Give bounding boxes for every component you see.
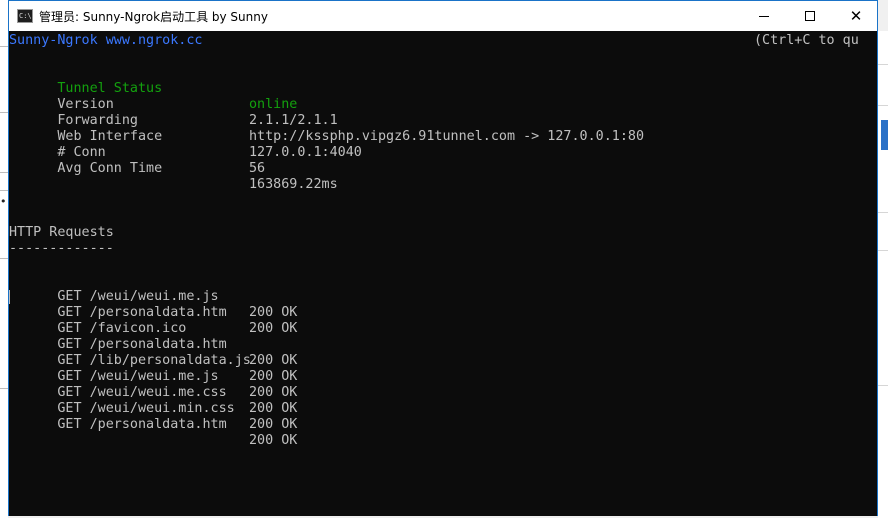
background-window-left [0, 0, 8, 518]
console-app-icon[interactable] [17, 9, 33, 23]
window-title: 管理员: Sunny-Ngrok启动工具 by Sunny [39, 10, 268, 24]
background-divider [878, 385, 888, 386]
background-divider [0, 172, 8, 173]
background-divider [878, 64, 888, 65]
request-row: GET /weui/weui.me.css 200 OK [9, 369, 849, 416]
request-row: GET /personaldata.htm 200 OK [9, 401, 849, 448]
background-divider [878, 250, 888, 251]
request-row: GET /lib/personaldata.js 200 OK [9, 337, 849, 384]
minimize-button[interactable] [741, 1, 787, 31]
background-divider [0, 46, 8, 47]
background-divider [0, 258, 8, 259]
background-divider [878, 212, 888, 213]
title-bar[interactable]: 管理员: Sunny-Ngrok启动工具 by Sunny ✕ [9, 1, 877, 31]
close-button[interactable]: ✕ [833, 1, 879, 31]
status-row-tunnel: Tunnel Status online [9, 65, 849, 112]
request-path: GET /personaldata.htm [57, 417, 227, 432]
console-output[interactable]: Sunny-Ngrok www.ngrok.cc (Ctrl+C to quit… [9, 31, 877, 516]
status-row-avg-conn-time: Avg Conn Time 163869.22ms [9, 145, 849, 192]
background-divider [0, 190, 8, 191]
minimize-icon [759, 15, 769, 17]
background-divider [0, 388, 8, 389]
request-status: 200 OK [249, 417, 298, 432]
request-row: GET /weui/weui.min.css 200 OK [9, 385, 849, 432]
maximize-icon [805, 11, 815, 21]
request-row: GET /favicon.ico [9, 305, 849, 336]
request-status: 200 OK [249, 433, 298, 448]
status-row-conn: # Conn 56 [9, 129, 849, 176]
status-value: 163869.22ms [249, 177, 338, 192]
status-row-forwarding: Forwarding http://kssphp.vipgz6.91tunnel… [9, 97, 849, 144]
status-value: 56 [249, 161, 266, 176]
console-scrollbar[interactable] [859, 31, 877, 516]
background-divider [0, 112, 8, 113]
status-row-web-interface: Web Interface 127.0.0.1:4040 [9, 113, 849, 160]
console-window[interactable]: 管理员: Sunny-Ngrok启动工具 by Sunny ✕ Sunny-Ng… [8, 0, 878, 516]
request-row: GET /personaldata.htm 200 OK [9, 321, 849, 368]
background-bullet-icon: • [0, 195, 7, 208]
request-row: GET /weui/weui.me.js 200 OK [9, 273, 849, 320]
background-divider [878, 105, 888, 106]
brand-line: Sunny-Ngrok www.ngrok.cc [9, 33, 203, 48]
maximize-button[interactable] [787, 1, 833, 31]
text-cursor [9, 290, 10, 304]
background-accent [881, 120, 888, 150]
requests-underline: ------------- [9, 241, 114, 256]
status-row-version: Version 2.1.1/2.1.1 [9, 81, 849, 128]
request-row: GET /weui/weui.me.js 200 OK [9, 353, 849, 400]
close-icon: ✕ [849, 6, 863, 25]
request-row: GET /personaldata.htm 200 OK [9, 289, 849, 336]
status-label: Avg Conn Time [57, 161, 163, 176]
requests-title: HTTP Requests [9, 225, 114, 240]
